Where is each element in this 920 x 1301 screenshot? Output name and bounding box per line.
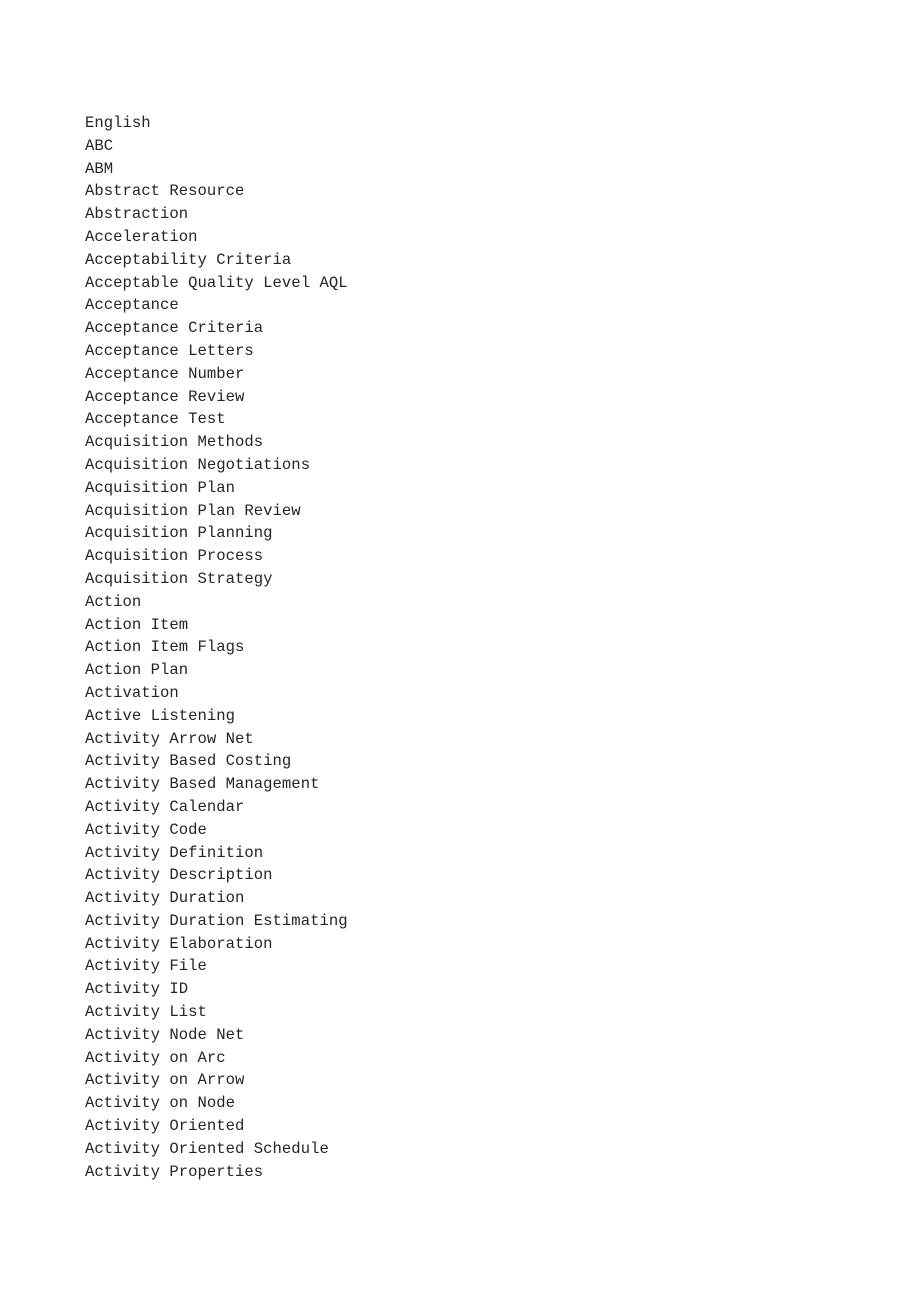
term-list-item: Activity Calendar xyxy=(85,797,245,816)
term-list-item: Activity Based Costing xyxy=(85,752,292,771)
term-list-item: Acquisition Process xyxy=(85,547,264,566)
term-list-item: Activity on Node xyxy=(85,1094,236,1113)
term-list-item: Acceptance Review xyxy=(85,387,245,406)
term-list-item: Activity ID xyxy=(85,980,189,999)
document-page: English ABC ABM Abstract Resource Abstractio… xyxy=(0,0,920,1301)
term-list-item: Acceptable Quality Level AQL xyxy=(85,273,348,292)
term-list-item: Abstract Resource xyxy=(85,182,245,201)
term-list-item: Activity Duration Estimating xyxy=(85,911,348,930)
term-list-item: Action Item xyxy=(85,615,189,634)
term-list-item: Activity File xyxy=(85,957,207,976)
term-list-item: Activity Definition xyxy=(85,843,264,862)
term-list-item: Acquisition Planning xyxy=(85,524,273,543)
term-list-item: ABM xyxy=(85,159,114,178)
term-list-item: Activity on Arc xyxy=(85,1048,226,1067)
term-list-item: Acquisition Strategy xyxy=(85,569,273,588)
term-list-item: Activity Properties xyxy=(85,1162,264,1181)
term-list-item: Acquisition Plan xyxy=(85,478,236,497)
term-list-item: Activity on Arrow xyxy=(85,1071,245,1090)
term-list-item: Active Listening xyxy=(85,706,236,725)
column-header-english: English xyxy=(85,114,151,132)
term-list-item: Activity Duration xyxy=(85,889,245,908)
term-list-item: Action xyxy=(85,592,142,611)
term-list-item: Activity Description xyxy=(85,866,273,885)
term-list-item: Acceptance Letters xyxy=(85,341,254,360)
term-list-item: Acceleration xyxy=(85,227,198,246)
term-list-item: Activity Arrow Net xyxy=(85,729,254,748)
term-list-item: Acceptability Criteria xyxy=(85,250,292,269)
term-list-item: Acceptance Test xyxy=(85,410,226,429)
term-list-item: Action Plan xyxy=(85,661,189,680)
term-list-item: Acquisition Negotiations xyxy=(85,455,311,474)
term-list-item: Activity Based Management xyxy=(85,775,320,794)
term-list-item: Activity Oriented Schedule xyxy=(85,1139,329,1158)
term-list-item: Acceptance Number xyxy=(85,364,245,383)
glossary-term-list: English ABC ABM Abstract Resource Abstractio… xyxy=(85,112,865,1183)
term-list-item: Abstraction xyxy=(85,205,189,224)
term-list-item: Activity Oriented xyxy=(85,1117,245,1136)
term-list-item: Acquisition Methods xyxy=(85,433,264,452)
term-list-item: Acceptance Criteria xyxy=(85,319,264,338)
term-list-item: Activity List xyxy=(85,1003,207,1022)
term-list-item: Activity Elaboration xyxy=(85,934,273,953)
term-list-item: Activation xyxy=(85,683,179,702)
term-list-item: Acceptance xyxy=(85,296,179,315)
term-list-item: Activity Node Net xyxy=(85,1025,245,1044)
term-list-item: Activity Code xyxy=(85,820,207,839)
term-list-item: Acquisition Plan Review xyxy=(85,501,301,520)
term-list-item: Action Item Flags xyxy=(85,638,245,657)
term-list-item: ABC xyxy=(85,136,114,155)
